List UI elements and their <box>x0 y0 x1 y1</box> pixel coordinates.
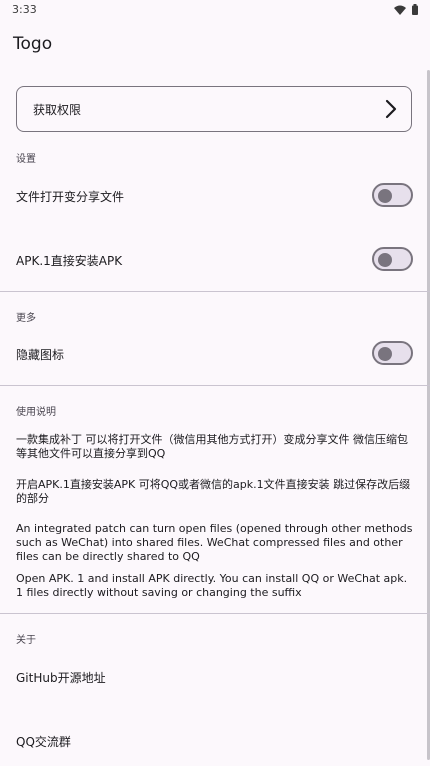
toggle-hide-icon[interactable] <box>372 341 413 365</box>
get-permission-label: 获取权限 <box>33 102 82 117</box>
usage-paragraph-2: 开启APK.1直接安装APK 可将QQ或者微信的apk.1文件直接安装 跳过保存… <box>16 478 411 505</box>
section-title-about: 关于 <box>16 635 36 646</box>
divider <box>0 385 430 386</box>
chevron-right-icon <box>385 99 397 119</box>
section-title-more: 更多 <box>16 313 36 324</box>
setting-label-apk1-install: APK.1直接安装APK <box>16 254 123 268</box>
usage-paragraph-3: An integrated patch can turn open files … <box>16 522 413 563</box>
status-icons <box>394 4 418 15</box>
divider <box>0 613 430 614</box>
status-time: 3:33 <box>12 3 37 16</box>
app-title: Togo <box>13 34 53 54</box>
usage-paragraph-4: Open APK. 1 and install APK directly. Yo… <box>16 572 408 599</box>
section-title-usage: 使用说明 <box>16 407 56 418</box>
status-bar: 3:33 <box>0 0 430 20</box>
toggle-thumb <box>378 189 392 203</box>
battery-icon <box>412 4 418 15</box>
toggle-thumb <box>378 253 392 267</box>
setting-label-hide-icon: 隐藏图标 <box>16 348 65 362</box>
section-title-settings: 设置 <box>16 154 36 165</box>
toggle-open-to-share[interactable] <box>372 183 413 207</box>
toggle-thumb <box>378 347 392 361</box>
qq-group-link[interactable]: QQ交流群 <box>16 733 71 750</box>
divider <box>0 291 430 292</box>
setting-label-open-to-share: 文件打开变分享文件 <box>16 190 125 204</box>
github-link[interactable]: GitHub开源地址 <box>16 669 106 686</box>
get-permission-button[interactable]: 获取权限 <box>16 86 412 132</box>
wifi-icon <box>394 5 406 15</box>
usage-paragraph-1: 一款集成补丁 可以将打开文件（微信用其他方式打开）变成分享文件 微信压缩包等其他… <box>16 433 408 460</box>
toggle-apk1-install[interactable] <box>372 247 413 271</box>
